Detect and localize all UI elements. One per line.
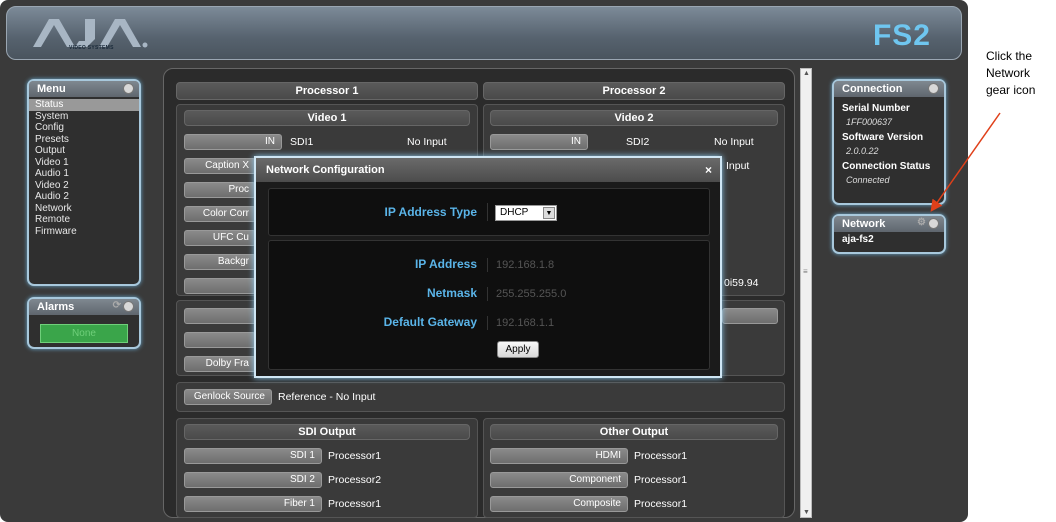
- input-status-2b: Input: [726, 160, 750, 172]
- processor-1-header: Processor 1: [176, 82, 478, 100]
- menu-item-firmware[interactable]: Firmware: [29, 226, 139, 238]
- annotation-line-1: Click the: [986, 49, 1033, 63]
- menu-list: Status System Config Presets Output Vide…: [29, 97, 139, 239]
- network-hostname[interactable]: aja-fs2: [834, 232, 944, 247]
- collapse-icon[interactable]: [928, 83, 939, 94]
- sdi-1-button[interactable]: SDI 1: [184, 448, 322, 464]
- caption-button[interactable]: Caption X: [184, 158, 256, 174]
- processor-1-row-button[interactable]: [184, 278, 256, 294]
- input-button-1[interactable]: IN: [184, 134, 282, 150]
- ip-address-field[interactable]: 192.168.1.8: [487, 258, 554, 272]
- alarm-status-button[interactable]: None: [40, 324, 128, 343]
- header-bar: VIDEO SYSTEMS FS2: [6, 6, 962, 60]
- logo-subtitle: VIDEO SYSTEMS: [69, 45, 114, 51]
- audio-1-row-button[interactable]: [184, 332, 256, 348]
- ip-type-section: IP Address Type DHCP ▼: [268, 188, 710, 236]
- netmask-field[interactable]: 255.255.255.0: [487, 287, 566, 301]
- collapse-icon[interactable]: [123, 301, 134, 312]
- genlock-source-button[interactable]: Genlock Source: [184, 389, 272, 405]
- fs2-web-app: VIDEO SYSTEMS FS2 Menu Status System Con…: [0, 0, 968, 522]
- ip-address-label: IP Address: [414, 257, 477, 271]
- video-1-header: Video 1: [184, 110, 470, 126]
- format-readout: 0i59.94: [724, 277, 759, 289]
- sdi-output-header: SDI Output: [184, 424, 470, 440]
- menu-item-output[interactable]: Output: [29, 145, 139, 157]
- ip-type-label: IP Address Type: [384, 205, 477, 219]
- menu-item-network[interactable]: Network: [29, 203, 139, 215]
- ip-type-select[interactable]: DHCP ▼: [495, 205, 557, 221]
- dolby-frame-button[interactable]: Dolby Fra: [184, 356, 256, 372]
- dialog-title: Network Configuration: [266, 164, 385, 176]
- divider: [487, 203, 488, 221]
- color-corrector-button[interactable]: Color Corr: [184, 206, 256, 222]
- instruction-annotation: Click the Network gear icon: [986, 48, 1035, 99]
- video-2-header: Video 2: [490, 110, 778, 126]
- annotation-line-2: Network: [986, 66, 1031, 80]
- sdi-2-button[interactable]: SDI 2: [184, 472, 322, 488]
- input-source-1: SDI1: [290, 136, 314, 148]
- menu-item-video-1[interactable]: Video 1: [29, 157, 139, 169]
- dialog-title-bar: Network Configuration ×: [256, 158, 720, 182]
- menu-item-video-2[interactable]: Video 2: [29, 180, 139, 192]
- hdmi-button[interactable]: HDMI: [490, 448, 628, 464]
- ip-settings-section: IP Address 192.168.1.8 Netmask 255.255.2…: [268, 240, 710, 370]
- menu-item-status[interactable]: Status: [29, 99, 139, 111]
- composite-value: Processor1: [634, 498, 688, 510]
- component-value: Processor1: [634, 474, 688, 486]
- menu-item-audio-2[interactable]: Audio 2: [29, 191, 139, 203]
- input-button-2[interactable]: IN: [490, 134, 588, 150]
- component-button[interactable]: Component: [490, 472, 628, 488]
- ufc-button[interactable]: UFC Cu: [184, 230, 256, 246]
- menu-item-remote[interactable]: Remote: [29, 214, 139, 226]
- device-model: FS2: [872, 19, 931, 52]
- proc-button[interactable]: Proc: [184, 182, 256, 198]
- content-scrollbar[interactable]: ▲ ≡ ▼: [800, 68, 812, 518]
- collapse-icon[interactable]: [123, 83, 134, 94]
- refresh-icon[interactable]: ⟳: [113, 300, 121, 311]
- input-status-2: No Input: [714, 136, 754, 148]
- processor-2-header: Processor 2: [483, 82, 785, 100]
- input-source-2: SDI2: [626, 136, 650, 148]
- genlock-value: Reference - No Input: [278, 391, 376, 403]
- composite-button[interactable]: Composite: [490, 496, 628, 512]
- menu-panel: Menu Status System Config Presets Output…: [27, 79, 141, 286]
- gateway-field[interactable]: 192.168.1.1: [487, 316, 554, 330]
- scroll-up-icon[interactable]: ▲: [803, 70, 810, 77]
- annotation-arrow: [930, 112, 1001, 212]
- fiber-1-button[interactable]: Fiber 1: [184, 496, 322, 512]
- annotation-line-3: gear icon: [986, 83, 1036, 97]
- audio-2-header: [722, 308, 778, 324]
- menu-item-presets[interactable]: Presets: [29, 134, 139, 146]
- background-button[interactable]: Backgr: [184, 254, 256, 270]
- apply-button[interactable]: Apply: [497, 341, 539, 358]
- close-icon[interactable]: ×: [705, 163, 712, 177]
- hdmi-value: Processor1: [634, 450, 688, 462]
- gateway-label: Default Gateway: [383, 315, 477, 329]
- menu-item-audio-1[interactable]: Audio 1: [29, 168, 139, 180]
- fiber-1-value: Processor1: [328, 498, 382, 510]
- scroll-down-icon[interactable]: ▼: [803, 509, 810, 516]
- network-configuration-dialog: Network Configuration × IP Address Type …: [254, 156, 722, 378]
- sdi-2-value: Processor2: [328, 474, 382, 486]
- netmask-label: Netmask: [426, 286, 477, 300]
- scroll-grip-icon[interactable]: ≡: [803, 267, 808, 276]
- chevron-down-icon[interactable]: ▼: [543, 207, 555, 219]
- other-output-header: Other Output: [490, 424, 778, 440]
- menu-panel-title: Menu: [29, 81, 139, 97]
- connection-panel-title: Connection: [834, 81, 944, 97]
- sdi-1-value: Processor1: [328, 450, 382, 462]
- input-status-1: No Input: [407, 136, 447, 148]
- menu-item-config[interactable]: Config: [29, 122, 139, 134]
- alarms-panel: Alarms ⟳ None: [27, 297, 141, 349]
- menu-item-system[interactable]: System: [29, 111, 139, 123]
- alarms-panel-title: Alarms ⟳: [29, 299, 139, 315]
